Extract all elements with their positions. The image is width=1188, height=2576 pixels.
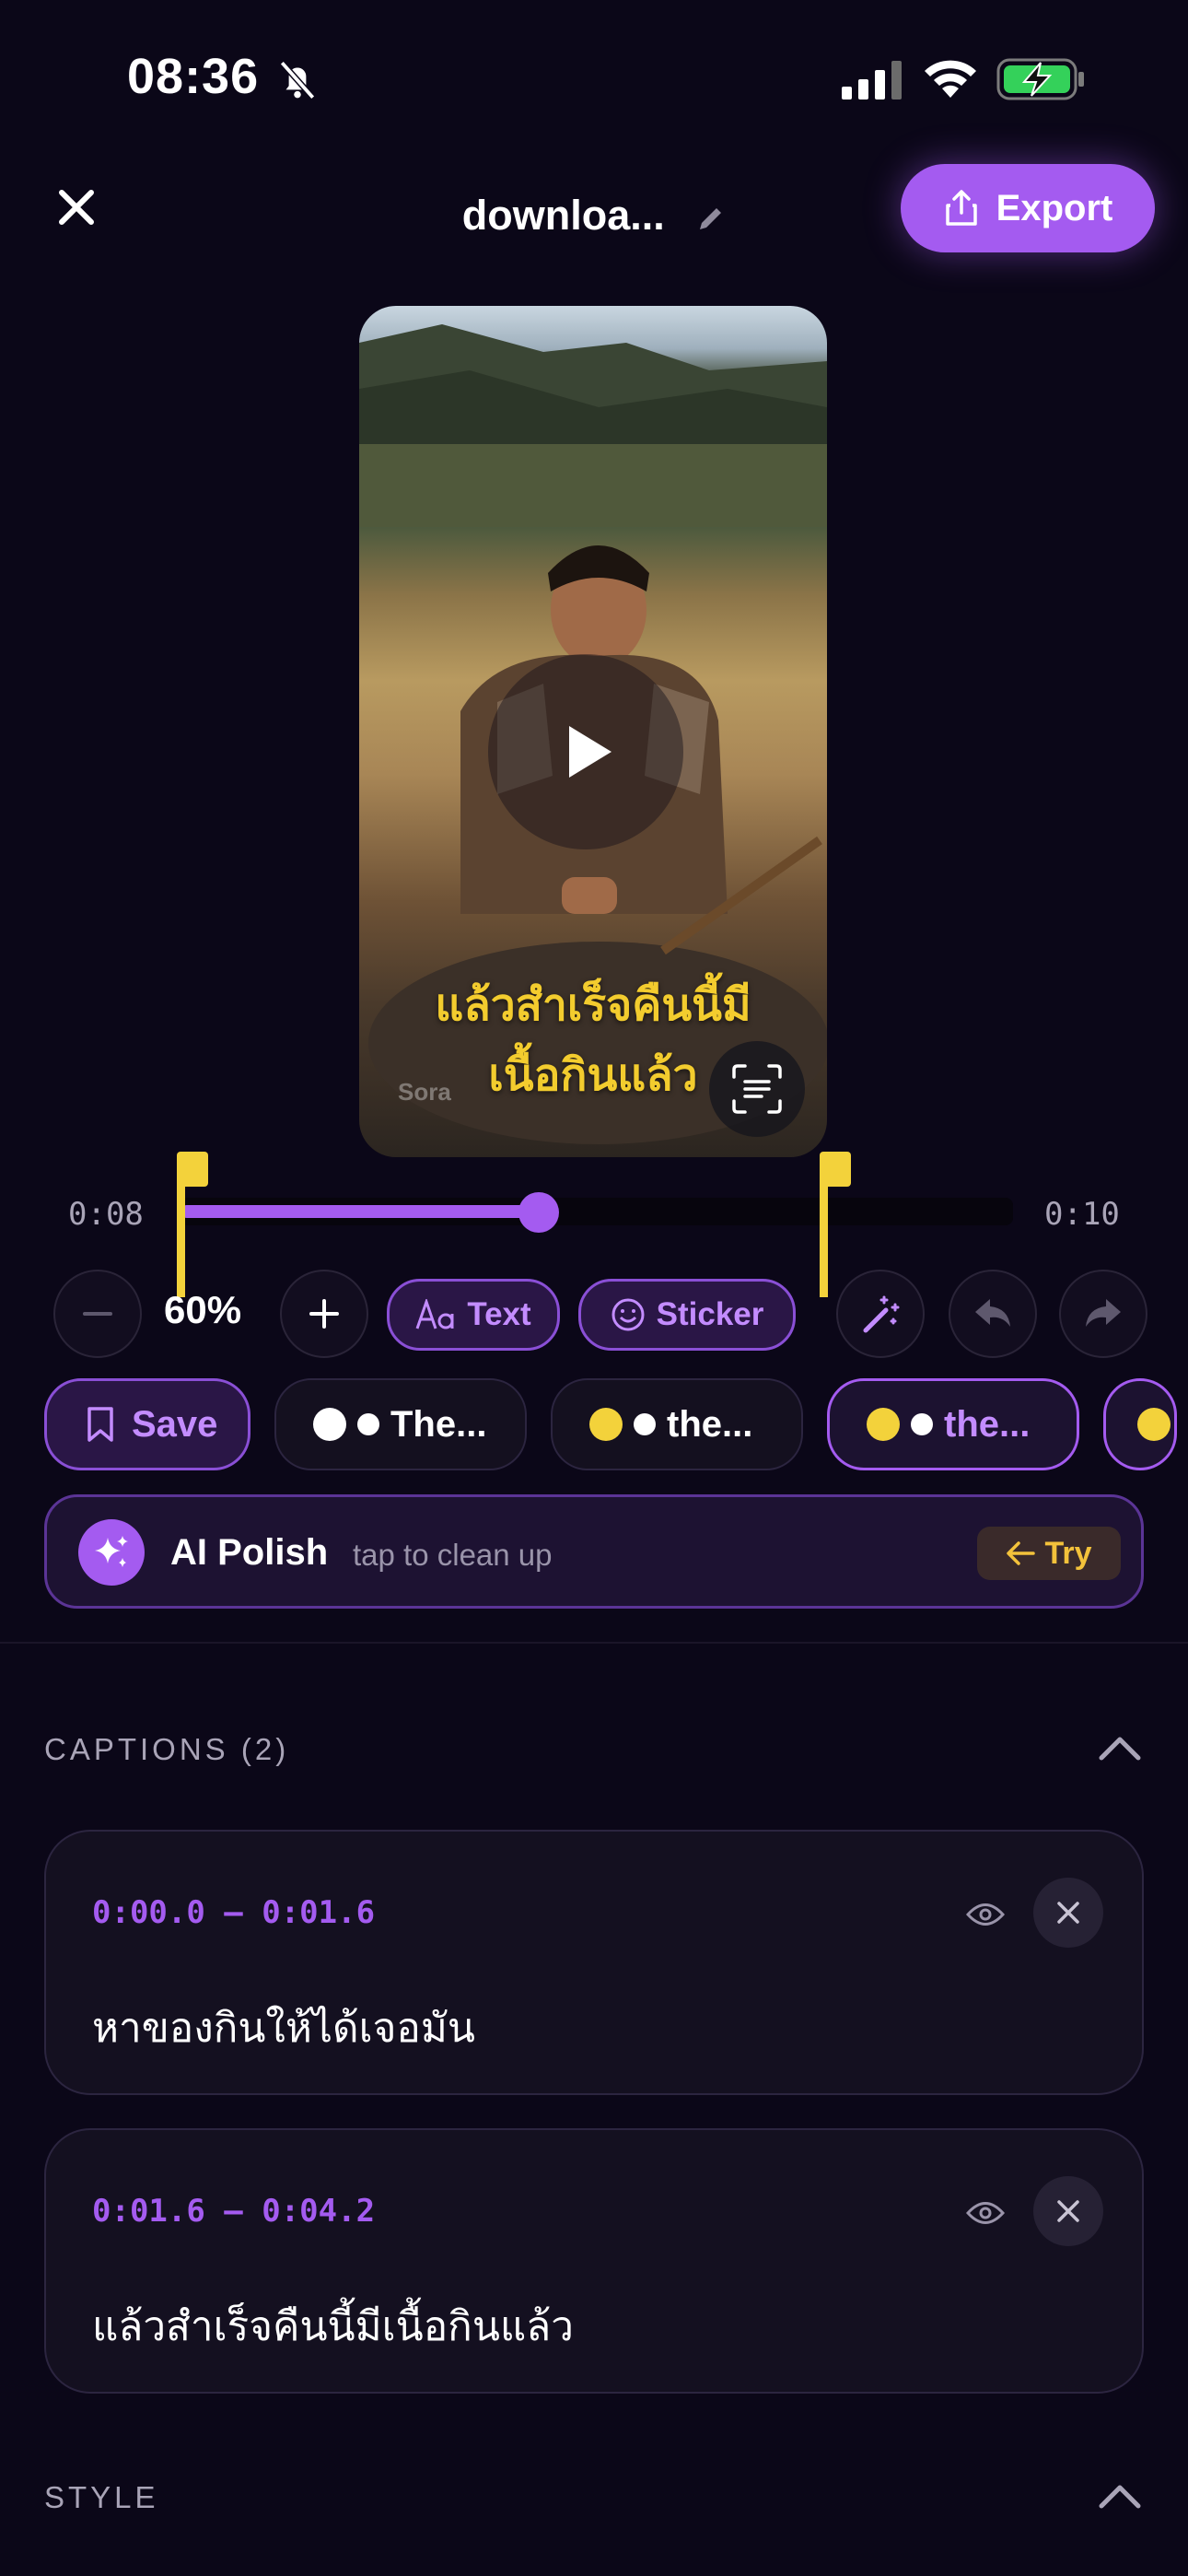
wifi-icon bbox=[925, 60, 976, 98]
preset-color-swatch bbox=[589, 1408, 623, 1441]
caption-time-range[interactable]: 0:01.6 – 0:04.2 bbox=[92, 2193, 375, 2230]
export-button[interactable]: Export bbox=[901, 164, 1155, 252]
ai-polish-title: AI Polish bbox=[170, 1532, 329, 1573]
ai-polish-banner[interactable]: AI Polish tap to clean up Try bbox=[44, 1494, 1144, 1609]
section-divider bbox=[0, 1642, 1188, 1644]
preset-color-swatch bbox=[1137, 1408, 1171, 1441]
bookmark-icon bbox=[87, 1407, 113, 1442]
trim-handle-left[interactable] bbox=[177, 1152, 208, 1297]
share-icon bbox=[945, 190, 977, 226]
play-icon bbox=[569, 726, 611, 778]
preset-color-swatch bbox=[313, 1408, 346, 1441]
ai-polish-subtitle: tap to clean up bbox=[353, 1538, 553, 1572]
zoom-in-button[interactable] bbox=[280, 1270, 368, 1358]
project-title-text: downloa... bbox=[461, 192, 665, 239]
preset-outline-swatch bbox=[357, 1413, 379, 1435]
redo-icon bbox=[1086, 1299, 1121, 1327]
caption-time-range[interactable]: 0:00.0 – 0:01.6 bbox=[92, 1894, 375, 1931]
smiley-icon bbox=[611, 1298, 645, 1331]
caption-card[interactable]: 0:00.0 – 0:01.6 หาของกินให้ได้เจอมัน bbox=[44, 1830, 1144, 2095]
timeline-start-time: 0:08 bbox=[68, 1196, 144, 1233]
save-preset-button[interactable]: Save bbox=[44, 1378, 250, 1470]
status-time: 08:36 bbox=[127, 49, 260, 104]
delete-caption-button[interactable] bbox=[1033, 2176, 1103, 2246]
minus-icon bbox=[83, 1312, 112, 1316]
signal-icon bbox=[842, 61, 902, 100]
redo-button[interactable] bbox=[1059, 1270, 1147, 1358]
caption-text[interactable]: แล้วสำเร็จคืนนี้มีเนื้อกินแล้ว bbox=[92, 2294, 574, 2359]
captions-section-title: CAPTIONS (2) bbox=[44, 1732, 290, 1766]
timeline-progress bbox=[181, 1205, 539, 1218]
battery-charging-icon bbox=[996, 58, 1084, 100]
chevron-up-icon[interactable] bbox=[1094, 2478, 1146, 2515]
toggle-visibility-button[interactable] bbox=[958, 1887, 1013, 1942]
caption-text[interactable]: หาของกินให้ได้เจอมัน bbox=[92, 1996, 475, 2060]
export-label: Export bbox=[996, 187, 1113, 228]
arrow-left-icon bbox=[1007, 1541, 1036, 1565]
style-preset-4-partial[interactable] bbox=[1103, 1378, 1177, 1470]
eye-icon bbox=[966, 2202, 1005, 2224]
close-icon bbox=[1057, 2200, 1079, 2222]
magic-wand-button[interactable] bbox=[836, 1270, 925, 1358]
eye-icon bbox=[966, 1903, 1005, 1926]
bell-slash-icon bbox=[279, 61, 316, 100]
zoom-out-button[interactable] bbox=[53, 1270, 142, 1358]
plus-icon bbox=[309, 1299, 339, 1329]
undo-icon bbox=[975, 1299, 1010, 1327]
delete-caption-button[interactable] bbox=[1033, 1878, 1103, 1948]
ai-polish-try-label: Try bbox=[1044, 1535, 1092, 1571]
style-preset-2[interactable]: the... bbox=[551, 1378, 803, 1470]
close-icon bbox=[1057, 1902, 1079, 1924]
style-preset-3[interactable]: the... bbox=[827, 1378, 1079, 1470]
chevron-up-icon[interactable] bbox=[1094, 1730, 1146, 1767]
add-text-button[interactable]: Text bbox=[387, 1279, 560, 1351]
preset-color-swatch bbox=[867, 1408, 900, 1441]
undo-button[interactable] bbox=[949, 1270, 1037, 1358]
style-section-title: STYLE bbox=[44, 2480, 159, 2514]
text-format-icon bbox=[415, 1299, 454, 1329]
zoom-value: 60% bbox=[164, 1288, 242, 1331]
toggle-visibility-button[interactable] bbox=[958, 2185, 1013, 2241]
preset-label: the... bbox=[944, 1403, 1031, 1445]
timeline-end-time: 0:10 bbox=[1044, 1196, 1120, 1233]
preset-outline-swatch bbox=[911, 1413, 933, 1435]
preset-outline-swatch bbox=[634, 1413, 656, 1435]
scan-text-button[interactable] bbox=[709, 1041, 805, 1137]
ai-polish-try-button[interactable]: Try bbox=[977, 1527, 1121, 1580]
video-caption-line1: แล้วสำเร็จคืนนี้มี bbox=[435, 981, 751, 1030]
preset-label: The... bbox=[390, 1403, 487, 1445]
timeline-playhead[interactable] bbox=[518, 1192, 559, 1233]
trim-handle-right[interactable] bbox=[820, 1152, 851, 1297]
style-preset-1[interactable]: The... bbox=[274, 1378, 527, 1470]
play-button[interactable] bbox=[488, 654, 683, 849]
add-text-label: Text bbox=[467, 1296, 531, 1332]
video-preview[interactable]: Sora แล้วสำเร็จคืนนี้มี เนื้อกินแล้ว bbox=[359, 306, 827, 1157]
sparkles-icon bbox=[78, 1519, 145, 1586]
pencil-icon[interactable] bbox=[696, 204, 726, 233]
add-sticker-label: Sticker bbox=[656, 1296, 764, 1332]
scan-text-icon bbox=[732, 1064, 782, 1114]
add-sticker-button[interactable]: Sticker bbox=[578, 1279, 796, 1351]
preset-label: the... bbox=[667, 1403, 753, 1445]
caption-card[interactable]: 0:01.6 – 0:04.2 แล้วสำเร็จคืนนี้มีเนื้อก… bbox=[44, 2128, 1144, 2394]
save-preset-label: Save bbox=[132, 1403, 218, 1445]
magic-wand-icon bbox=[863, 1295, 900, 1333]
